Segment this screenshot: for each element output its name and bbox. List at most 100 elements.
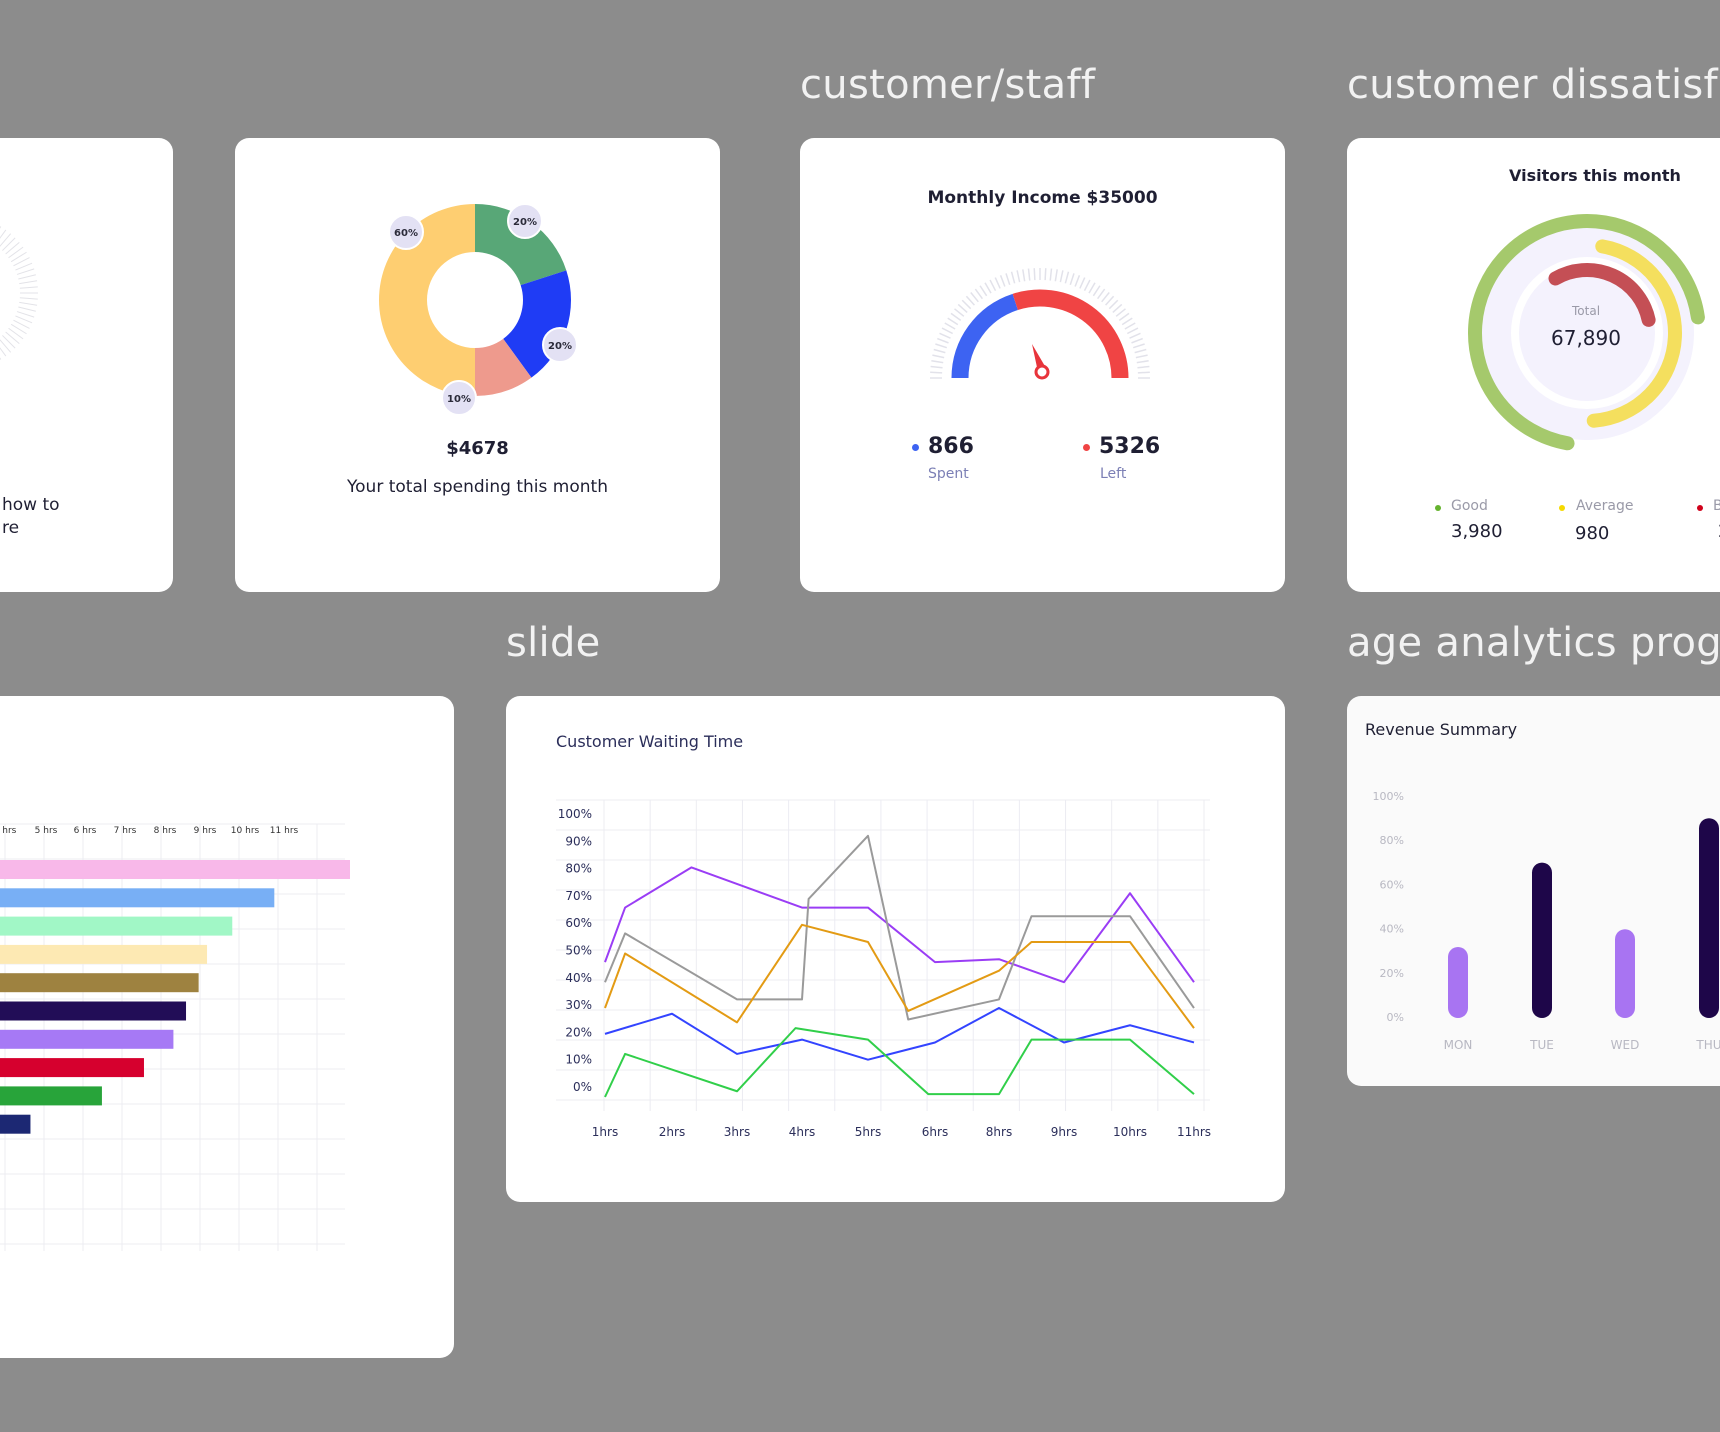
line-x-tick-label: 11hrs xyxy=(1177,1125,1211,1139)
gauge-tick xyxy=(1108,299,1119,310)
decor-tick xyxy=(15,262,33,271)
gauge-tick xyxy=(1132,343,1145,349)
spending-amount: $4678 xyxy=(446,438,509,459)
visitors-total-value: 67,890 xyxy=(1551,326,1621,350)
hbar-bar xyxy=(0,860,350,879)
gauge-tick xyxy=(1074,275,1081,287)
gauge-tick xyxy=(1118,312,1130,322)
gauge-tick xyxy=(1092,285,1101,297)
gauge-tick xyxy=(965,295,975,306)
line-x-tick-label: 9hrs xyxy=(1051,1125,1077,1139)
hbar-bar xyxy=(0,916,233,936)
gauge-tick xyxy=(961,299,972,310)
section-label-age-analytics: age analytics progr xyxy=(1347,620,1720,666)
line-series-path xyxy=(604,1027,1195,1098)
gauge-tick xyxy=(994,277,1001,289)
left-dot-icon xyxy=(1083,444,1090,451)
rev-x-tick-label: WED xyxy=(1611,1038,1640,1052)
spent-value: 866 xyxy=(928,434,974,459)
line-y-tick-label: 60% xyxy=(565,916,592,930)
gauge-tick xyxy=(1136,360,1149,364)
gauge-tick xyxy=(1083,279,1091,292)
rev-bar xyxy=(1532,862,1552,1018)
hbar-tick-label: 9 hrs xyxy=(194,826,217,836)
line-y-tick-label: 90% xyxy=(565,834,592,848)
spending-donut-chart: 20% 20% 10% 60% xyxy=(379,203,578,416)
decor-tick xyxy=(19,297,38,300)
line-x-tick-label: 2hrs xyxy=(659,1125,685,1139)
legend-average-label: Average xyxy=(1576,498,1634,514)
line-x-tick-label: 10hrs xyxy=(1113,1125,1147,1139)
gauge-tick xyxy=(1131,337,1143,344)
line-y-tick-label: 100% xyxy=(558,807,592,821)
line-x-tick-label: 1hrs xyxy=(592,1125,618,1139)
hbar-bar xyxy=(0,944,208,964)
line-y-tick-label: 70% xyxy=(565,889,592,903)
section-label-customer-dissatisfaction: customer dissatisfa xyxy=(1347,62,1720,108)
spent-dot-icon xyxy=(912,444,919,451)
decor-tick xyxy=(19,286,38,289)
gauge-needle-hub xyxy=(1034,364,1050,380)
gauge-tick xyxy=(957,303,968,313)
gauge-tick xyxy=(944,322,956,330)
hbar-chart: 4 hrs 5 hrs 6 hrs 7 hrs 8 hrs 9 hrs 10 hrs 11 h… xyxy=(0,823,350,1251)
partial-card-text-line1: how to xyxy=(2,495,60,515)
gauge-tick xyxy=(937,337,949,344)
gauge-tick xyxy=(989,279,997,292)
gauge-tick xyxy=(1121,317,1133,326)
spent-label: Spent xyxy=(928,466,969,482)
gauge-tick xyxy=(970,292,979,303)
hbar-tick-label: 10 hrs xyxy=(231,826,260,836)
visitors-total-label: Total xyxy=(1572,304,1601,318)
decor-tick xyxy=(18,274,36,280)
gauge-tick xyxy=(1059,270,1064,283)
gauge-tick xyxy=(1105,295,1115,306)
line-series-path xyxy=(604,866,1195,984)
waiting-time-line-chart: 100% 90% 80% 70% 60% 50% 40% 30% 20% 10% 0% 1hrs 2h… xyxy=(556,799,1211,1139)
gauge-tick xyxy=(930,371,943,374)
line-x-tick-label: 3hrs xyxy=(724,1125,750,1139)
gauge-tick xyxy=(1088,282,1096,294)
hbar-tick-label: 6 hrs xyxy=(74,826,97,836)
legend-average-value: 980 xyxy=(1575,523,1610,544)
gauge-tick xyxy=(1129,332,1141,339)
decor-tick xyxy=(16,311,35,318)
donut-badge-label: 10% xyxy=(447,394,471,405)
rev-x-tick-label: MON xyxy=(1444,1038,1473,1052)
rev-y-tick-label: 40% xyxy=(1380,923,1404,936)
line-y-tick-label: 10% xyxy=(565,1053,592,1067)
legend-bad-dot-icon xyxy=(1697,505,1703,511)
rev-bar xyxy=(1448,946,1468,1018)
income-card: Monthly Income $35000 866 Spent 5326 Lef… xyxy=(800,138,1285,592)
gauge-tick xyxy=(1005,273,1011,286)
hbar-tick-label: 7 hrs xyxy=(114,826,137,836)
income-gauge xyxy=(930,268,1150,380)
line-y-tick-label: 40% xyxy=(565,971,592,985)
hbar-bar xyxy=(0,1029,174,1049)
legend-bad-label: B xyxy=(1713,498,1720,514)
gauge-tick xyxy=(1115,308,1126,317)
legend-average-dot-icon xyxy=(1559,505,1565,511)
gauge-tick xyxy=(974,288,984,300)
line-x-tick-label: 6hrs xyxy=(922,1125,948,1139)
gauge-tick xyxy=(1027,268,1031,281)
rev-y-tick-label: 100% xyxy=(1373,790,1404,803)
line-x-tick-label: 5hrs xyxy=(855,1125,881,1139)
partial-radial-decoration xyxy=(0,226,38,360)
line-y-tick-label: 0% xyxy=(573,1080,592,1094)
partial-card-text-line2: re xyxy=(2,518,20,538)
gauge-tick xyxy=(1126,327,1139,335)
gauge-needle xyxy=(1032,344,1050,380)
gauge-tick xyxy=(1010,271,1016,284)
gauge-tick xyxy=(1033,268,1036,281)
gauge-tick xyxy=(930,365,943,369)
rev-x-tick-label: THU xyxy=(1695,1038,1720,1052)
rev-x-tick-label: TUE xyxy=(1529,1038,1554,1052)
decor-tick xyxy=(19,280,38,285)
legend-good-dot-icon xyxy=(1435,505,1441,511)
gauge-spent-arc xyxy=(951,293,1019,379)
hbar-tick-label: 11 hrs xyxy=(270,826,299,836)
left-value: 5326 xyxy=(1099,434,1161,459)
gauge-tick xyxy=(933,348,946,354)
decor-tick xyxy=(5,241,20,255)
